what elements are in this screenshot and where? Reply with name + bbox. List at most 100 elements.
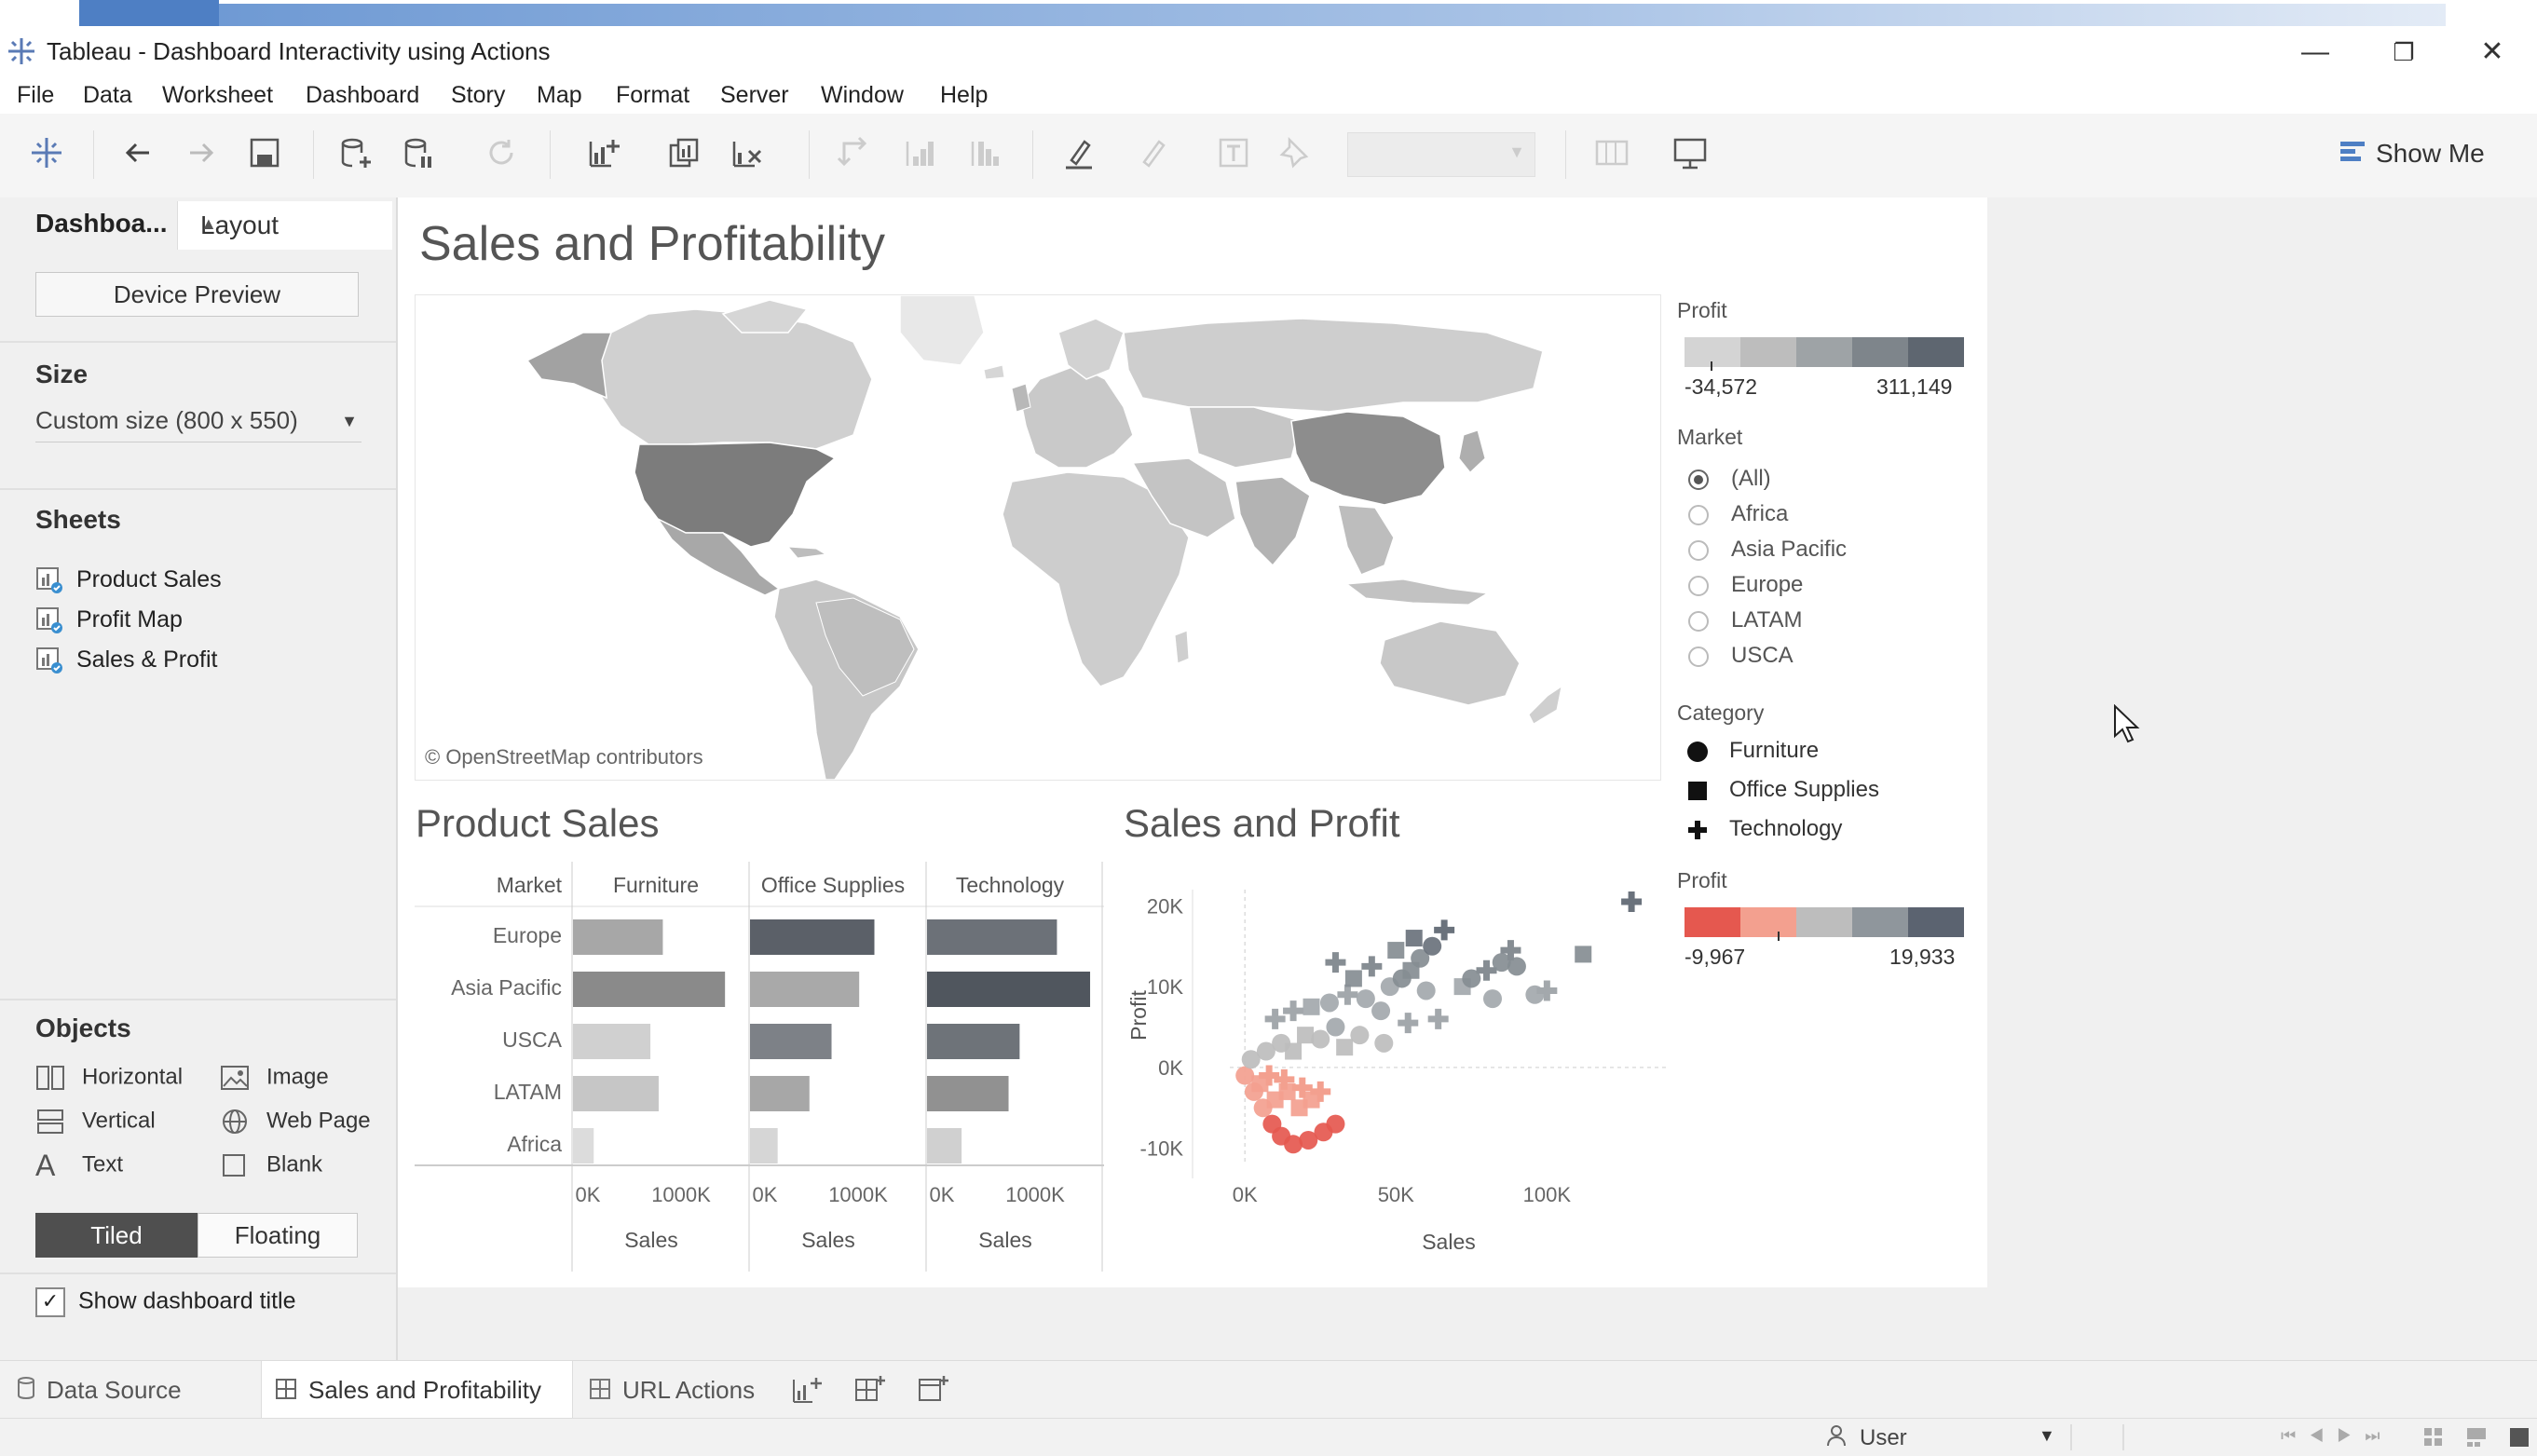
show-cards-icon[interactable] — [1591, 132, 1632, 173]
show-me-button[interactable]: Show Me — [2339, 138, 2485, 172]
menu-window[interactable]: Window — [821, 82, 904, 109]
bar[interactable] — [927, 972, 1091, 1007]
tiled-toggle[interactable]: Tiled — [35, 1213, 198, 1258]
presentation-mode-icon[interactable] — [1670, 132, 1711, 173]
scatter-point[interactable] — [1297, 1027, 1315, 1044]
sort-descending-icon[interactable] — [965, 132, 1006, 173]
sheet-item-product-sales[interactable]: Product Sales — [35, 566, 222, 598]
user-menu[interactable]: User ▼ — [1826, 1424, 2055, 1453]
tab-url-actions[interactable]: URL Actions — [589, 1361, 775, 1419]
scatter-point[interactable] — [1387, 942, 1405, 959]
market-option-asia-pacific[interactable]: Asia Pacific — [1688, 537, 1847, 563]
product-sales-chart[interactable]: Market Furniture Office Supplies Technology… — [415, 862, 1113, 1272]
fit-dropdown[interactable]: ▼ — [1347, 132, 1535, 177]
sort-ascending-icon[interactable] — [900, 132, 941, 173]
pause-updates-icon[interactable] — [399, 132, 440, 173]
duplicate-sheet-icon[interactable] — [663, 132, 704, 173]
scatter-point[interactable] — [1507, 957, 1526, 976]
scatter-point[interactable] — [1303, 998, 1320, 1015]
bar[interactable] — [573, 972, 726, 1007]
scatter-point[interactable] — [1344, 970, 1362, 987]
object-text[interactable]: A Text — [35, 1150, 123, 1180]
grid-view-icon[interactable] — [2422, 1426, 2445, 1453]
minimize-button[interactable]: — — [2292, 34, 2339, 71]
market-option-europe[interactable]: Europe — [1688, 572, 1803, 598]
menu-dashboard[interactable]: Dashboard — [306, 82, 419, 109]
menu-file[interactable]: File — [17, 82, 54, 109]
market-option-africa[interactable]: Africa — [1688, 501, 1788, 527]
tab-sales-and-profitability[interactable]: Sales and Profitability — [261, 1361, 573, 1419]
profit-color-legend[interactable] — [1685, 337, 1964, 367]
tabs-view-icon[interactable] — [2508, 1426, 2530, 1453]
tab-dashboard[interactable]: Dashboa... — [35, 209, 168, 238]
restore-button[interactable]: ❐ — [2380, 34, 2427, 71]
bar[interactable] — [573, 1024, 651, 1059]
scatter-point[interactable] — [1621, 891, 1643, 913]
profit-diverging-legend[interactable] — [1685, 907, 1964, 937]
scatter-point[interactable] — [1416, 981, 1436, 1000]
pin-axes-icon[interactable] — [1273, 132, 1314, 173]
category-item-furniture[interactable]: Furniture — [1686, 738, 1819, 764]
new-dashboard-tab-icon[interactable] — [853, 1374, 887, 1410]
bar[interactable] — [750, 1076, 810, 1111]
sheet-item-profit-map[interactable]: Profit Map — [35, 606, 183, 638]
sheet-item-sales-profit[interactable]: Sales & Profit — [35, 646, 217, 678]
object-blank[interactable]: Blank — [220, 1151, 322, 1179]
undo-icon[interactable] — [117, 132, 158, 173]
bar[interactable] — [750, 1128, 778, 1163]
scatter-point[interactable] — [1483, 989, 1502, 1009]
tableau-home-icon[interactable] — [26, 132, 67, 173]
bar[interactable] — [927, 1076, 1009, 1111]
bar[interactable] — [573, 1076, 659, 1111]
profit-map[interactable] — [415, 294, 1661, 781]
scatter-point[interactable] — [1405, 930, 1423, 947]
scatter-point[interactable] — [1423, 936, 1442, 956]
scatter-point[interactable] — [1326, 1114, 1345, 1134]
object-image[interactable]: Image — [220, 1064, 329, 1092]
show-mark-labels-icon[interactable] — [1213, 132, 1254, 173]
menu-help[interactable]: Help — [940, 82, 988, 109]
size-dropdown[interactable]: Custom size (800 x 550) ▼ — [35, 406, 361, 442]
scatter-point[interactable] — [1434, 919, 1455, 941]
scatter-point[interactable] — [1337, 984, 1358, 1005]
clear-sheet-icon[interactable] — [727, 132, 768, 173]
scatter-point[interactable] — [1361, 956, 1383, 977]
sales-profit-chart[interactable]: 20K 10K 0K -10K 0K 50K 100K Sales Profit — [1118, 862, 1668, 1272]
scatter-point[interactable] — [1398, 1013, 1419, 1034]
menu-story[interactable]: Story — [451, 82, 505, 109]
scatter-point[interactable] — [1374, 1033, 1394, 1053]
tab-data-source[interactable]: Data Source — [17, 1361, 240, 1419]
object-horizontal[interactable]: Horizontal — [35, 1064, 183, 1092]
bar[interactable] — [750, 919, 875, 955]
menu-data[interactable]: Data — [83, 82, 132, 109]
filmstrip-view-icon[interactable] — [2465, 1426, 2488, 1453]
close-button[interactable]: ✕ — [2469, 34, 2516, 71]
refresh-icon[interactable] — [481, 132, 522, 173]
scatter-point[interactable] — [1356, 989, 1375, 1009]
swap-rows-columns-icon[interactable] — [835, 132, 876, 173]
bar[interactable] — [927, 1128, 962, 1163]
menu-server[interactable]: Server — [720, 82, 789, 109]
scatter-point[interactable] — [1319, 993, 1339, 1013]
bar[interactable] — [927, 1024, 1020, 1059]
sheet-navigation[interactable]: ⏮◀▶⏭ — [2281, 1426, 2394, 1446]
scatter-point[interactable] — [1283, 1000, 1304, 1022]
market-option-all[interactable]: (All) — [1688, 466, 1771, 492]
scatter-point[interactable] — [1311, 1029, 1330, 1049]
category-item-office-supplies[interactable]: Office Supplies — [1686, 777, 1879, 803]
device-preview-button[interactable]: Device Preview — [35, 272, 359, 317]
bar[interactable] — [750, 1024, 832, 1059]
save-icon[interactable] — [244, 132, 285, 173]
market-option-usca[interactable]: USCA — [1688, 643, 1794, 669]
new-data-source-icon[interactable] — [335, 132, 376, 173]
redo-icon[interactable] — [181, 132, 222, 173]
object-web-page[interactable]: Web Page — [220, 1108, 371, 1136]
menu-map[interactable]: Map — [537, 82, 582, 109]
new-story-tab-icon[interactable] — [917, 1374, 950, 1410]
bar[interactable] — [927, 919, 1057, 955]
group-members-icon[interactable] — [1133, 132, 1174, 173]
scatter-point[interactable] — [1575, 946, 1592, 963]
menu-worksheet[interactable]: Worksheet — [162, 82, 273, 109]
bar[interactable] — [573, 919, 663, 955]
scatter-point[interactable] — [1371, 1001, 1391, 1021]
